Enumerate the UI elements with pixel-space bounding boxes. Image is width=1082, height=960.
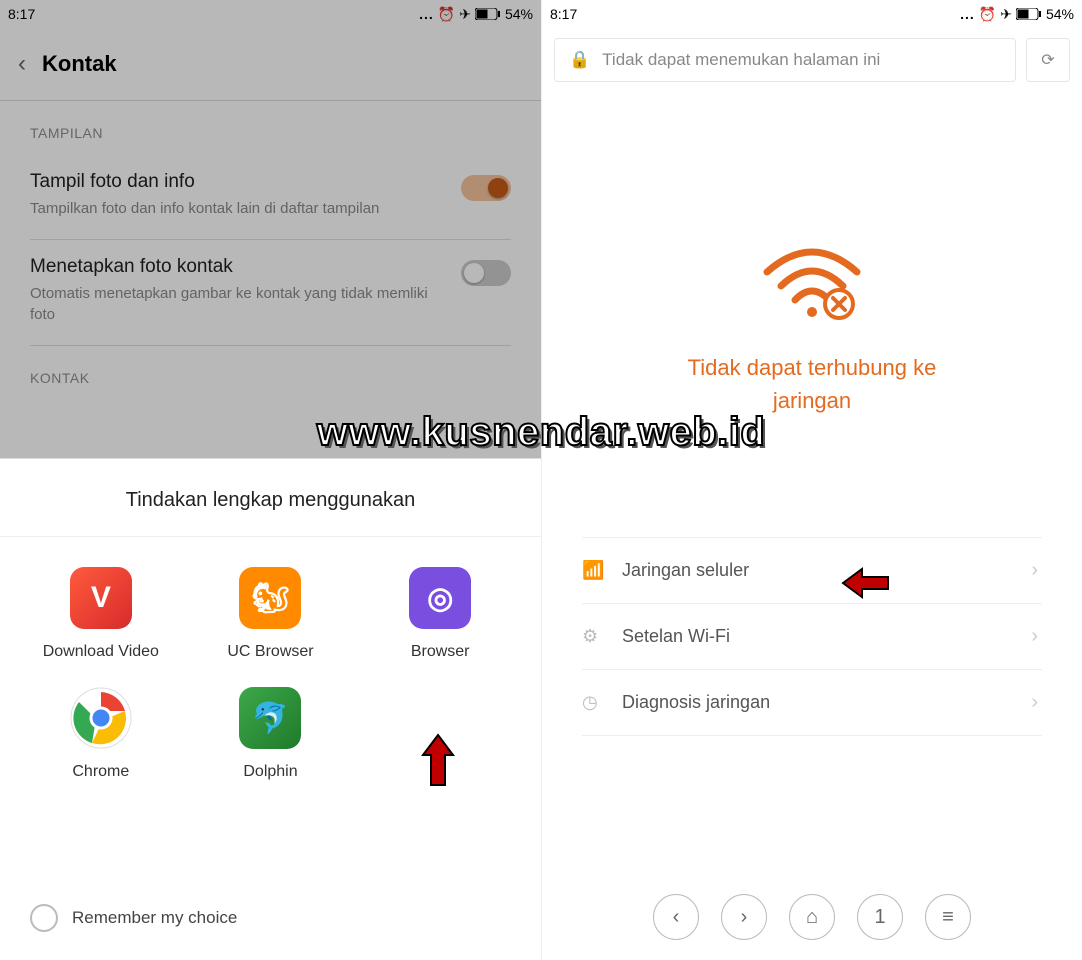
option-label: Jaringan seluler [622,560,749,581]
chevron-right-icon: › [1031,691,1038,714]
airplane-icon: ✈ [1000,6,1012,23]
setting-menetapkan-foto[interactable]: Menetapkan foto kontak Otomatis menetapk… [0,240,541,345]
app-icon [70,687,132,749]
status-bar: 8:17 ⏰ ✈ 54% [0,0,541,28]
app-choice-download-video[interactable]: V Download Video [16,567,186,661]
checkbox-empty-icon[interactable] [30,904,58,932]
toggle-tampil-foto[interactable] [461,175,511,201]
left-phone-screenshot: 8:17 ⏰ ✈ 54% ‹ Kontak TAMPILAN Tampil fo… [0,0,541,960]
error-title-line2: jaringan [773,388,851,413]
option-label: Setelan Wi-Fi [622,626,730,647]
status-time: 8:17 [8,6,35,22]
wifi-error-icon [757,242,867,322]
setting-title: Menetapkan foto kontak [30,256,441,278]
annotation-arrow-up [418,730,458,790]
remember-choice[interactable]: Remember my choice [30,904,237,932]
right-phone-screenshot: 8:17 ⏰ ✈ 54% 🔒 Tidak dapat menemukan hal… [541,0,1082,960]
option-diagnosis-jaringan[interactable]: ◷ Diagnosis jaringan › [582,670,1042,736]
app-choice-browser[interactable]: ◎ Browser [355,567,525,661]
browser-bottom-nav: ‹ › ⌂ 1 ≡ [542,874,1082,960]
option-icon: 📶 [582,560,604,581]
menu-icon: ≡ [942,906,954,929]
option-icon: ⚙ [582,626,604,647]
app-label: Download Video [43,643,159,661]
address-text: Tidak dapat menemukan halaman ini [602,50,880,70]
nav-tabs-button[interactable]: 1 [857,894,903,940]
battery-icon [1016,8,1042,20]
status-bar: 8:17 ⏰ ✈ 54% [542,0,1082,28]
battery-percent: 54% [505,6,533,22]
setting-title: Tampil foto dan info [30,171,441,193]
sheet-title: Tindakan lengkap menggunakan [0,459,541,536]
option-setelan-wi-fi[interactable]: ⚙ Setelan Wi-Fi › [582,604,1042,670]
airplane-icon: ✈ [459,6,471,23]
network-error-panel: Tidak dapat terhubung ke jaringan [542,92,1082,417]
app-icon: ◎ [409,567,471,629]
app-label: Browser [411,643,470,661]
app-choice-uc-browser[interactable]: 🐿 UC Browser [186,567,356,661]
lock-icon: 🔒 [569,50,590,70]
app-choice-chrome[interactable]: Chrome [16,687,186,781]
chevron-right-icon: › [1031,625,1038,648]
battery-icon [475,8,501,20]
more-icon [960,6,975,22]
battery-percent: 54% [1046,6,1074,22]
alarm-icon: ⏰ [438,6,455,23]
toggle-menetapkan-foto[interactable] [461,260,511,286]
setting-subtitle: Tampilkan foto dan info kontak lain di d… [30,199,441,219]
section-label-kontak: KONTAK [0,346,541,400]
option-jaringan-seluler[interactable]: 📶 Jaringan seluler › [582,538,1042,604]
address-bar[interactable]: 🔒 Tidak dapat menemukan halaman ini [554,38,1016,82]
nav-back-button[interactable]: ‹ [653,894,699,940]
home-icon: ⌂ [806,906,818,929]
setting-subtitle: Otomatis menetapkan gambar ke kontak yan… [30,284,441,325]
app-label: UC Browser [227,643,313,661]
reload-icon: ⟳ [1041,50,1054,70]
app-chooser-sheet: Tindakan lengkap menggunakan V Download V… [0,458,541,960]
status-time: 8:17 [550,6,577,22]
app-choice-dolphin[interactable]: 🐬 Dolphin [186,687,356,781]
reload-button[interactable]: ⟳ [1026,38,1070,82]
chevron-right-icon: › [741,906,748,929]
more-icon [419,6,434,22]
app-icon: 🐬 [239,687,301,749]
option-icon: ◷ [582,692,604,713]
section-label-tampilan: TAMPILAN [0,101,541,155]
nav-menu-button[interactable]: ≡ [925,894,971,940]
back-icon[interactable]: ‹ [18,50,26,78]
setting-tampil-foto[interactable]: Tampil foto dan info Tampilkan foto dan … [0,155,541,239]
app-icon: V [70,567,132,629]
page-header: ‹ Kontak [0,28,541,100]
page-title: Kontak [42,51,117,77]
app-label: Dolphin [243,763,297,781]
remember-label: Remember my choice [72,908,237,928]
error-title-line1: Tidak dapat terhubung ke [688,355,937,380]
nav-forward-button[interactable]: › [721,894,767,940]
option-label: Diagnosis jaringan [622,692,770,713]
app-label: Chrome [72,763,129,781]
tabs-count: 1 [874,906,885,929]
alarm-icon: ⏰ [979,6,996,23]
nav-home-button[interactable]: ⌂ [789,894,835,940]
app-icon: 🐿 [239,567,301,629]
chevron-right-icon: › [1031,559,1038,582]
chevron-left-icon: ‹ [673,906,680,929]
annotation-arrow-left [838,566,892,600]
